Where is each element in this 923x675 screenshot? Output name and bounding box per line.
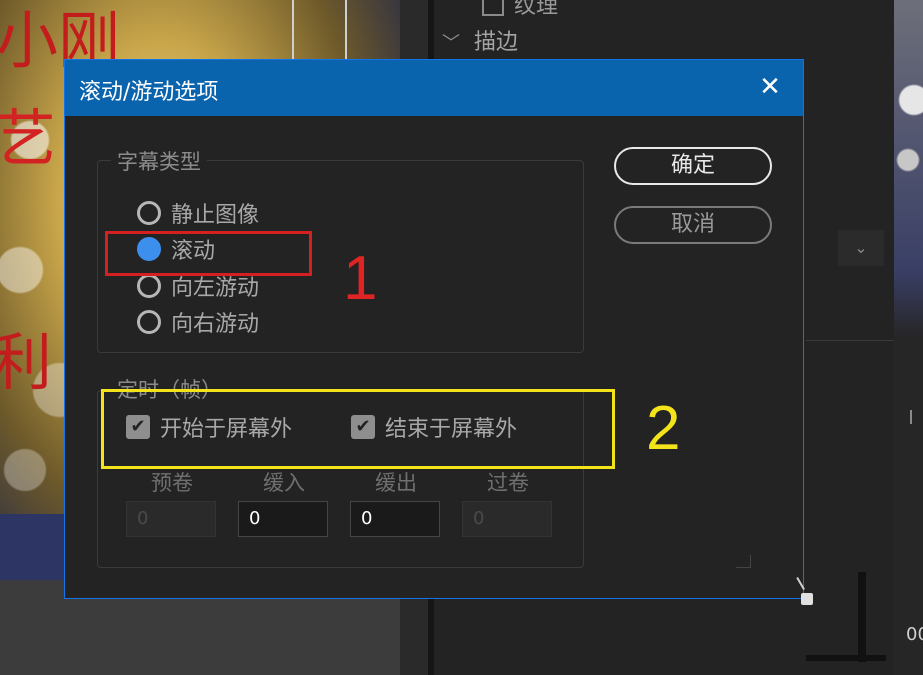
tick-mark (910, 410, 912, 424)
radio-still-image[interactable]: 静止图像 (137, 197, 259, 229)
preroll-label: 预卷 (151, 471, 193, 495)
dialog-title: 滚动/游动选项 (79, 80, 219, 105)
cancel-button[interactable]: 取消 (614, 206, 772, 244)
resize-grip-icon[interactable] (736, 555, 751, 568)
caption-type-legend: 字幕类型 (111, 146, 207, 176)
ease-in-input[interactable]: 0 (238, 501, 328, 537)
slider-track-horizontal[interactable] (806, 655, 886, 661)
annotation-number-1: 1 (343, 244, 378, 313)
highlight-box-2 (101, 389, 615, 469)
slider-track[interactable] (858, 572, 866, 662)
chevron-down-icon[interactable]: ﹀ (442, 29, 460, 55)
texture-label: 纹理 (514, 0, 559, 19)
radio-button[interactable] (137, 310, 161, 334)
divider (806, 340, 894, 341)
preroll-input: 0 (126, 501, 216, 537)
stroke-section-header[interactable]: ﹀ 描边 (442, 24, 518, 56)
dialog-title-bar[interactable]: 滚动/游动选项 ✕ (65, 60, 803, 116)
ease-out-label: 缓出 (375, 471, 417, 495)
postroll-input: 0 (462, 501, 552, 537)
stroke-label: 描边 (474, 30, 519, 55)
radio-label: 向右游动 (171, 312, 260, 337)
radio-button[interactable] (137, 274, 161, 298)
ease-out-input[interactable]: 0 (350, 501, 440, 537)
frame-guide-line (292, 0, 294, 60)
radio-button[interactable] (137, 201, 161, 225)
frame-guide-line (345, 0, 347, 60)
radio-crawl-right[interactable]: 向右游动 (137, 306, 259, 338)
background-text-3: 利 (0, 326, 53, 399)
background-text-2: 艺 (0, 102, 57, 175)
resize-handle[interactable] (801, 593, 813, 605)
texture-checkbox[interactable] (482, 0, 504, 16)
background-preview-strip (894, 0, 923, 675)
highlight-box-1 (105, 231, 312, 276)
annotation-number-2: 2 (646, 394, 681, 463)
close-icon[interactable]: ✕ (755, 72, 785, 102)
chevron-down-icon: ⌄ (854, 238, 868, 257)
texture-option[interactable]: 纹理 (482, 0, 558, 20)
ok-button[interactable]: 确定 (614, 147, 772, 185)
ease-in-label: 缓入 (263, 471, 305, 495)
radio-label: 静止图像 (171, 203, 260, 228)
panel-value-fragment: 00 (906, 624, 923, 645)
postroll-label: 过卷 (487, 471, 529, 495)
panel-dropdown[interactable]: ⌄ (838, 230, 884, 266)
roll-crawl-options-dialog: 滚动/游动选项 ✕ 字幕类型 静止图像 滚动 向左游动 向右游动 定时（帧） ✔… (64, 59, 804, 599)
